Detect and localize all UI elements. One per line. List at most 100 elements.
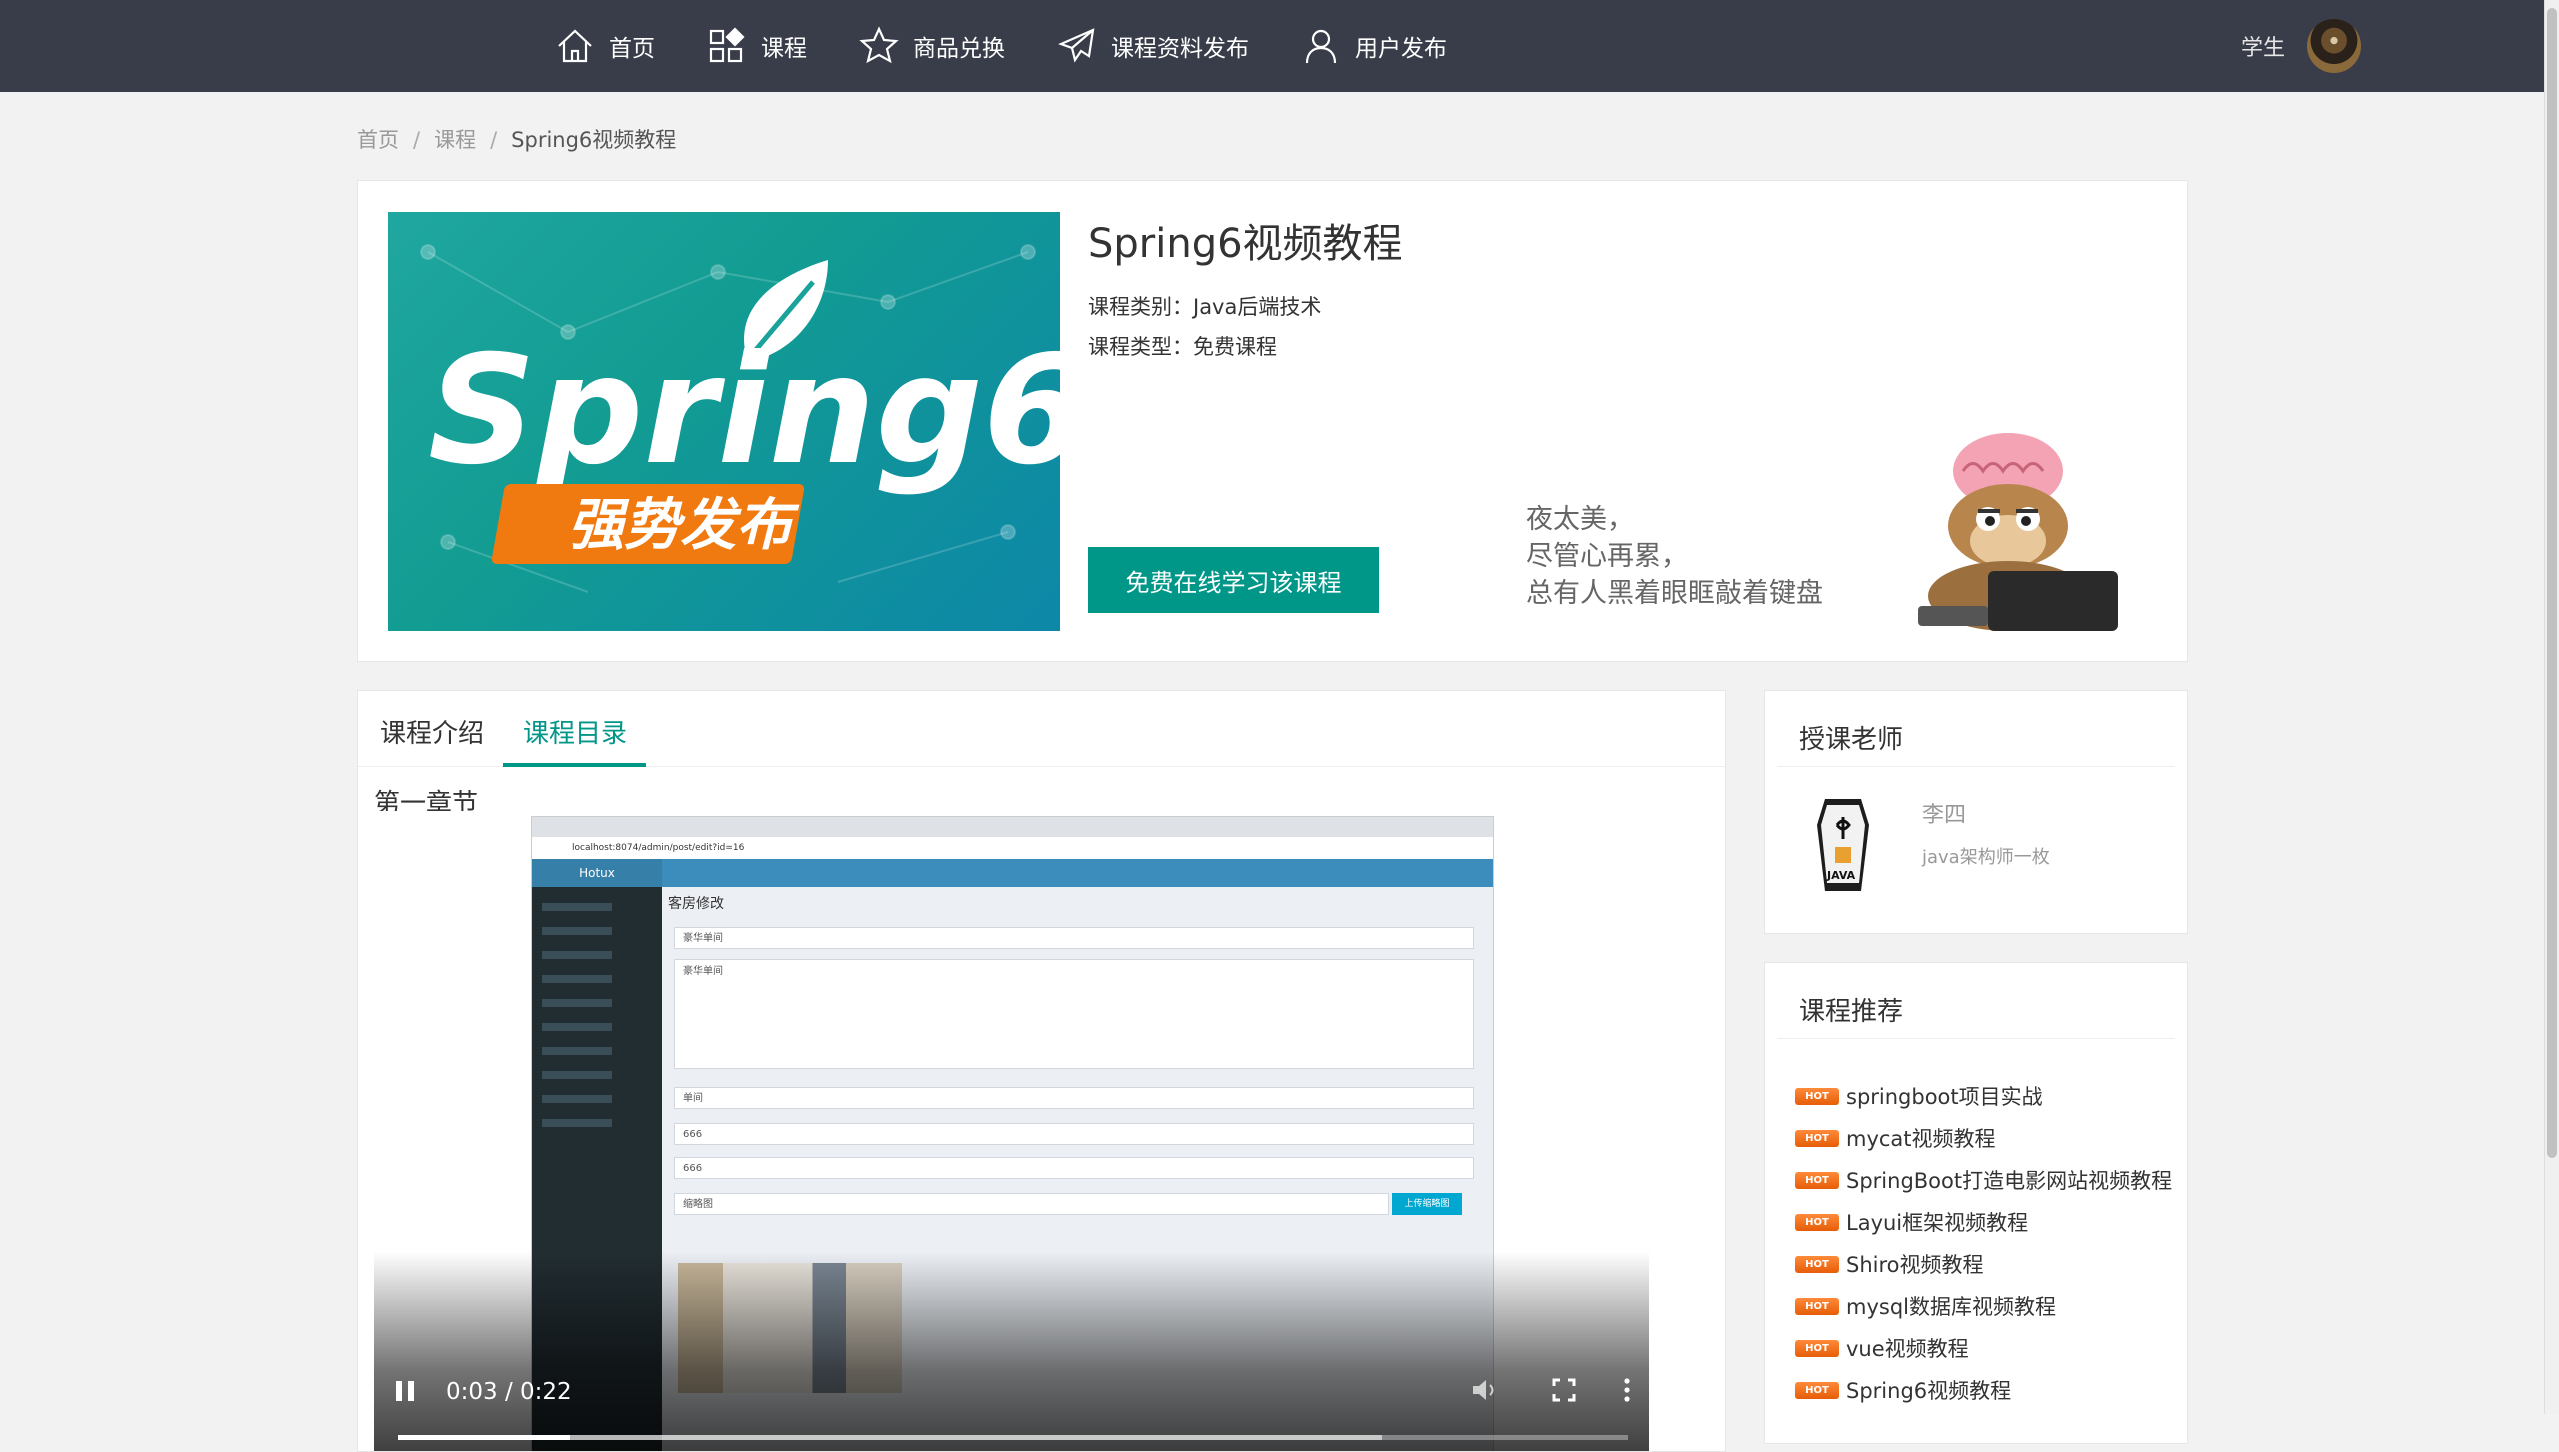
video-browser-tabs [532, 817, 1493, 837]
user-menu[interactable]: 学生 [2241, 0, 2361, 92]
course-title: Spring6视频教程 [1088, 221, 1403, 267]
quote-line: 总有人黑着眼眶敲着键盘 [1526, 578, 1823, 609]
java-teacher-icon: JAVA [1817, 799, 1869, 891]
video-player[interactable]: localhost:8074/admin/post/edit?id=16 Hot… [374, 811, 1649, 1451]
recommend-item-label: Shiro视频教程 [1846, 1253, 1984, 1277]
grid-icon [709, 27, 745, 63]
nav-course[interactable]: 课程 [707, 26, 807, 66]
main-nav: 首页 课程 商品兑换 课程资料发布 用户发布 [555, 0, 1499, 92]
breadcrumb-separator: / [490, 128, 498, 152]
recommend-item-label: springboot项目实战 [1846, 1085, 2043, 1109]
video-app-brand: Hotux [532, 859, 662, 887]
course-recommend-card: 课程推荐 HOT springboot项目实战 HOT mycat视频教程 HOT S… [1764, 962, 2188, 1444]
teacher-card-title: 授课老师 [1799, 725, 1904, 755]
hot-badge: HOT [1795, 1213, 1839, 1231]
video-field: 单间 [674, 1087, 1474, 1109]
video-field: 666 [674, 1123, 1474, 1145]
nav-exchange[interactable]: 商品兑换 [859, 26, 1005, 66]
tab-course-catalog[interactable]: 课程目录 [523, 713, 627, 750]
nav-user-publish-label: 用户发布 [1355, 36, 1447, 62]
hot-badge: HOT [1795, 1087, 1839, 1105]
breadcrumb-course[interactable]: 课程 [434, 128, 476, 152]
volume-icon[interactable] [1469, 1375, 1499, 1405]
recommend-item[interactable]: HOT mycat视频教程 [1795, 1117, 2172, 1159]
svg-text:JAVA: JAVA [1826, 869, 1856, 882]
recommend-item[interactable]: HOT SpringBoot打造电影网站视频教程 [1795, 1159, 2172, 1201]
teacher-name: 李四 [1922, 803, 1967, 828]
page-scrollbar[interactable] [2544, 0, 2559, 1414]
breadcrumb-separator: / [413, 128, 421, 152]
nav-user-publish[interactable]: 用户发布 [1301, 26, 1447, 66]
video-field: 缩略图 [674, 1193, 1389, 1215]
hot-badge: HOT [1795, 1171, 1839, 1189]
video-upload-button: 上传缩略图 [1392, 1193, 1462, 1215]
hot-badge: HOT [1795, 1297, 1839, 1315]
teacher-description: java架构师一枚 [1922, 847, 2050, 868]
content-tabs: 课程介绍 课程目录 [358, 691, 1725, 767]
hot-badge: HOT [1795, 1255, 1839, 1273]
recommend-item-label: mysql数据库视频教程 [1846, 1295, 2056, 1319]
video-field: 豪华单间 [674, 927, 1474, 949]
quote-line: 尽管心再累， [1526, 541, 1688, 572]
pause-button[interactable] [394, 1379, 416, 1405]
active-tab-indicator [503, 763, 646, 767]
quote-line: 夜太美， [1526, 504, 1634, 535]
course-type: 课程类型：免费课程 [1088, 335, 1277, 359]
nav-home[interactable]: 首页 [555, 26, 655, 66]
top-navbar: 首页 课程 商品兑换 课程资料发布 用户发布 学生 [0, 0, 2559, 92]
recommend-item[interactable]: HOT Layui框架视频教程 [1795, 1201, 2172, 1243]
recommend-item[interactable]: HOT springboot项目实战 [1795, 1075, 2172, 1117]
more-options-icon[interactable] [1617, 1375, 1637, 1405]
recommend-item-label: mycat视频教程 [1846, 1127, 1996, 1151]
user-role-label: 学生 [2240, 36, 2285, 61]
divider [1777, 766, 2175, 767]
recommend-item[interactable]: HOT Shiro视频教程 [1795, 1243, 2172, 1285]
avatar[interactable] [2307, 19, 2361, 73]
course-cover-image: Spring6 强势发布 [388, 212, 1060, 631]
recommend-card-title: 课程推荐 [1799, 997, 1904, 1027]
nav-course-label: 课程 [761, 36, 807, 62]
recommend-item[interactable]: HOT Spring6视频教程 [1795, 1369, 2172, 1411]
hot-badge: HOT [1795, 1339, 1839, 1357]
coding-monkey-illustration [1918, 433, 2118, 631]
video-time: 0:03 / 0:22 [446, 1379, 572, 1405]
cover-subtitle-text: 强势发布 [568, 493, 800, 558]
fullscreen-icon[interactable] [1549, 1375, 1579, 1405]
video-field: 666 [674, 1157, 1474, 1179]
video-field: 豪华单间 [674, 959, 1474, 1069]
star-icon [859, 26, 899, 64]
send-icon [1058, 28, 1095, 63]
nav-home-label: 首页 [609, 36, 655, 62]
scrollbar-thumb[interactable] [2547, 8, 2557, 1158]
recommend-item[interactable]: HOT mysql数据库视频教程 [1795, 1285, 2172, 1327]
start-learning-button[interactable]: 免费在线学习该课程 [1088, 547, 1379, 613]
tab-course-intro[interactable]: 课程介绍 [380, 713, 484, 750]
breadcrumb-current: Spring6视频教程 [511, 128, 677, 152]
course-category: 课程类别：Java后端技术 [1088, 295, 1322, 319]
hot-badge: HOT [1795, 1129, 1839, 1147]
recommend-item-label: Layui框架视频教程 [1846, 1211, 2029, 1235]
recommend-item[interactable]: HOT vue视频教程 [1795, 1327, 2172, 1369]
breadcrumb-home[interactable]: 首页 [357, 128, 399, 152]
recommend-item-label: Spring6视频教程 [1846, 1379, 2012, 1403]
divider [1777, 1038, 2175, 1039]
course-content-card: 课程介绍 课程目录 第一章节 localhost:8074/admin/post… [357, 690, 1726, 1452]
video-controls: 0:03 / 0:22 [374, 1251, 1649, 1451]
video-app-header [532, 859, 1493, 887]
pause-icon [396, 1381, 402, 1401]
recommend-item-label: SpringBoot打造电影网站视频教程 [1846, 1169, 2173, 1193]
cover-title-text: Spring6 [428, 324, 1060, 498]
user-icon [1305, 29, 1337, 64]
recommend-list: HOT springboot项目实战 HOT mycat视频教程 HOT Spring… [1795, 1075, 2172, 1411]
nav-publish-material-label: 课程资料发布 [1111, 36, 1249, 62]
video-progress-bar[interactable] [398, 1435, 1628, 1440]
course-header-card: Spring6 强势发布 Spring6视频教程 课程类别：Java后端技术 课… [357, 180, 2188, 662]
video-address-bar: localhost:8074/admin/post/edit?id=16 [532, 837, 1493, 860]
recommend-item-label: vue视频教程 [1846, 1337, 1969, 1361]
video-progress-fill [398, 1435, 571, 1440]
nav-exchange-label: 商品兑换 [913, 36, 1005, 62]
decorative-quote: 夜太美， 尽管心再累， 总有人黑着眼眶敲着键盘 [1526, 501, 1823, 612]
breadcrumb: 首页 / 课程 / Spring6视频教程 [357, 124, 676, 154]
teacher-card: 授课老师 JAVA 李四 java架构师一枚 [1764, 690, 2188, 934]
nav-publish-material[interactable]: 课程资料发布 [1057, 26, 1249, 66]
